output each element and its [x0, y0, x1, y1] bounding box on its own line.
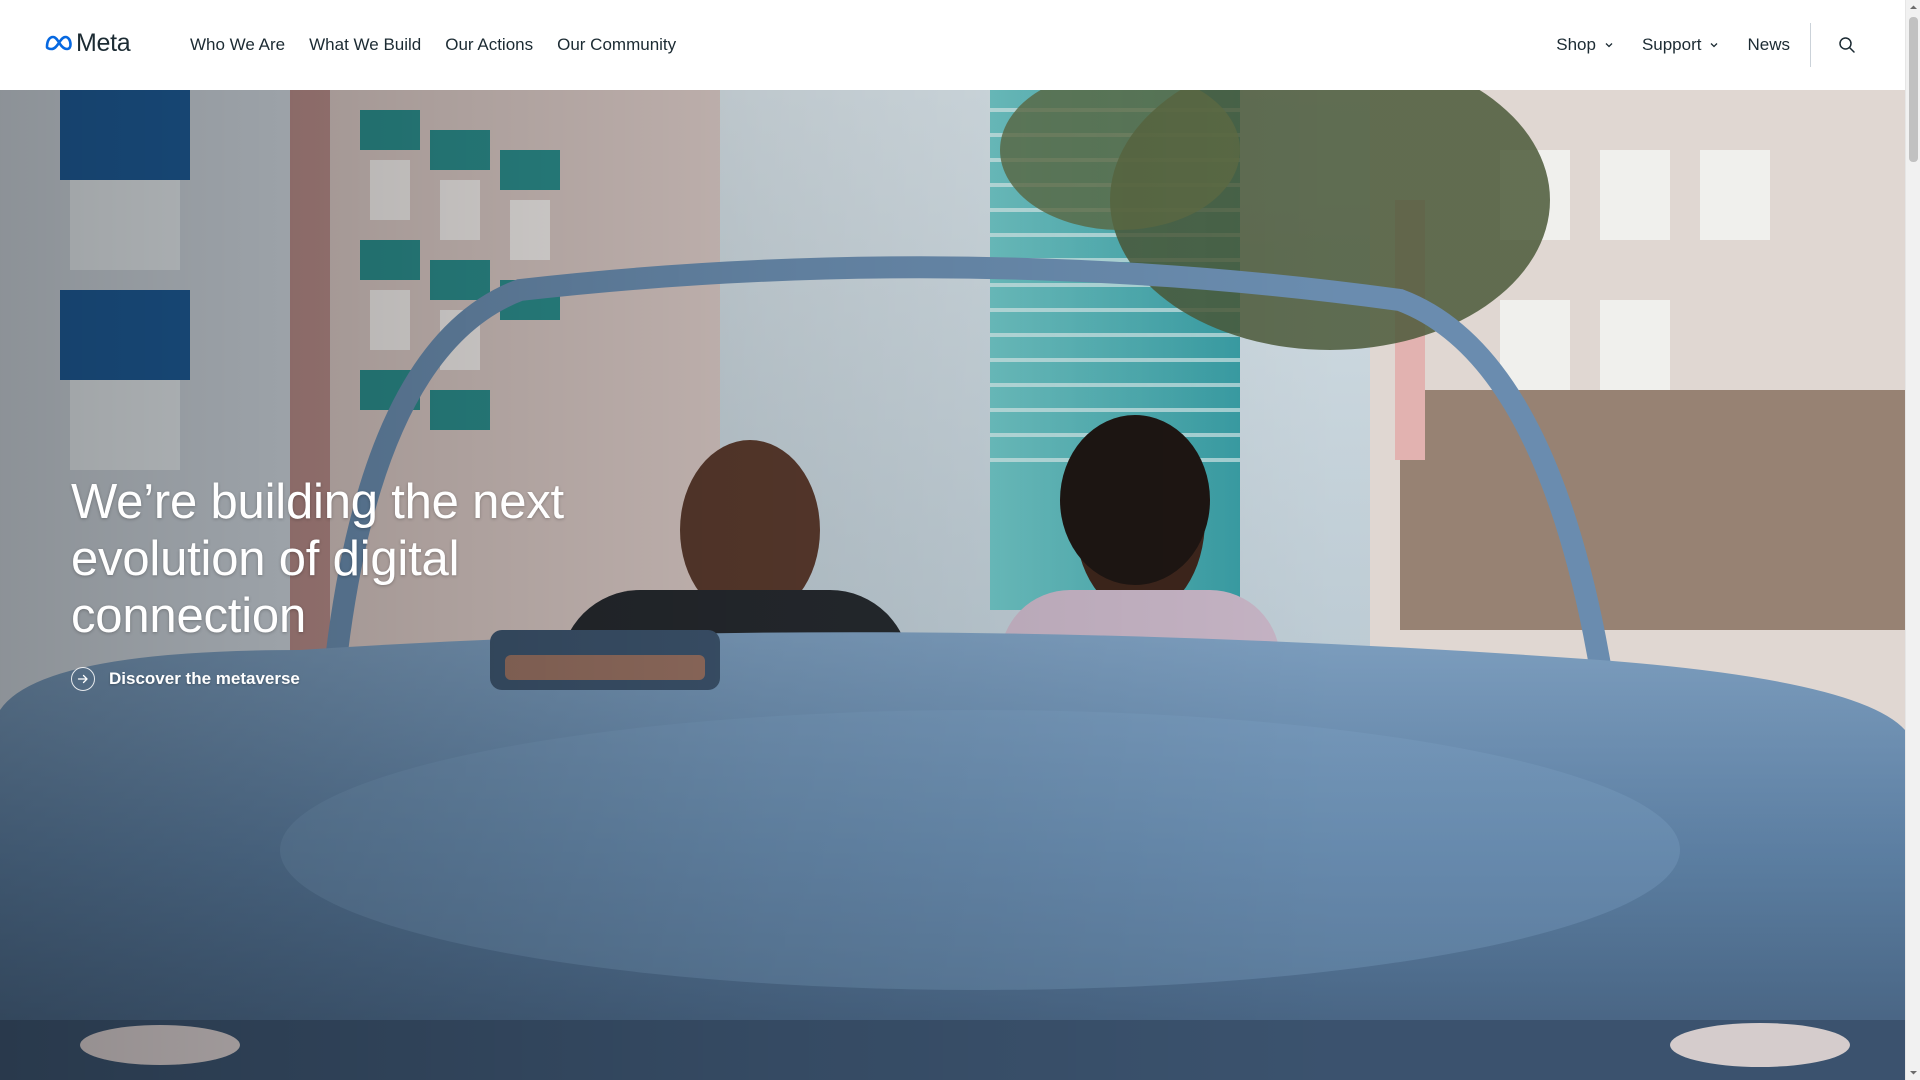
page-scrollbar[interactable]: [1905, 0, 1920, 1080]
nav-support[interactable]: Support: [1628, 35, 1734, 55]
discover-metaverse-link[interactable]: Discover the metaverse: [71, 667, 300, 691]
nav-support-label: Support: [1641, 35, 1702, 54]
meta-logo[interactable]: Meta: [44, 28, 131, 58]
secondary-nav: Shop Support News: [1542, 0, 1905, 90]
chevron-down-icon: [1711, 43, 1718, 48]
page: Meta Who We Are What We Build Our Action…: [0, 0, 1920, 1080]
search-icon: [1839, 37, 1855, 53]
nav-our-actions[interactable]: Our Actions: [433, 35, 545, 55]
arrow-right-icon: [71, 667, 95, 691]
nav-who-we-are[interactable]: Who We Are: [178, 35, 297, 55]
nav-shop[interactable]: Shop: [1542, 35, 1628, 55]
cta-label: Discover the metaverse: [109, 669, 300, 688]
nav-shop-label: Shop: [1556, 35, 1596, 54]
scroll-down-arrow-icon[interactable]: [1909, 1068, 1918, 1077]
scroll-thumb[interactable]: [1909, 17, 1918, 162]
nav-divider: [1810, 23, 1811, 67]
nav-news[interactable]: News: [1733, 35, 1804, 55]
site-header: Meta Who We Are What We Build Our Action…: [0, 0, 1905, 90]
logo-text: Meta: [76, 28, 131, 57]
nav-our-community[interactable]: Our Community: [545, 35, 688, 55]
meta-infinity-icon: [45, 35, 72, 51]
hero-banner: We’re building the next evolution of dig…: [0, 90, 1905, 1080]
hero-content: We’re building the next evolution of dig…: [71, 474, 671, 691]
search-button[interactable]: [1827, 25, 1867, 65]
primary-nav: Who We Are What We Build Our Actions Our…: [178, 0, 688, 90]
nav-what-we-build[interactable]: What We Build: [297, 35, 433, 55]
scroll-up-arrow-icon[interactable]: [1909, 3, 1918, 12]
hero-title: We’re building the next evolution of dig…: [71, 475, 564, 643]
chevron-down-icon: [1605, 43, 1613, 48]
